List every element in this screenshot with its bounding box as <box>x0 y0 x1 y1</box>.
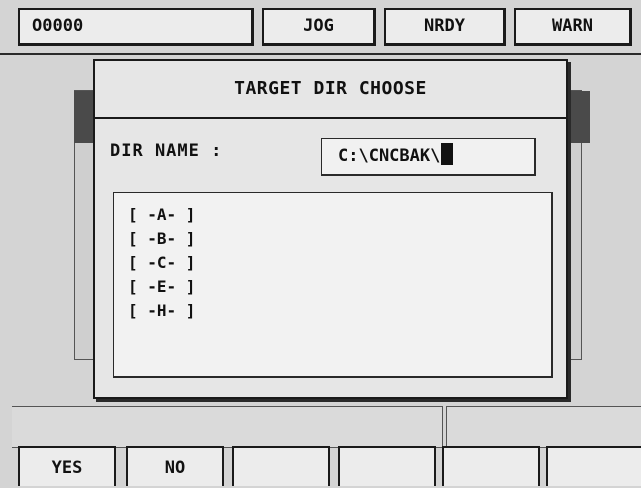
background-scroll-strip-right <box>570 91 590 143</box>
program-number-display: O0000 <box>18 8 254 46</box>
input-line <box>446 406 641 448</box>
mode-indicator: JOG <box>262 8 376 46</box>
warning-indicator: WARN <box>514 8 632 46</box>
ready-state-indicator: NRDY <box>384 8 506 46</box>
directory-item-e[interactable]: [ -E- ] <box>128 275 551 299</box>
no-softkey[interactable]: NO <box>126 446 224 486</box>
target-dir-dialog: TARGET DIR CHOOSE DIR NAME : C:\CNCBAK\ … <box>93 59 568 399</box>
directory-item-a[interactable]: [ -A- ] <box>128 203 551 227</box>
message-line <box>12 406 443 448</box>
directory-list[interactable]: [ -A- ] [ -B- ] [ -C- ] [ -E- ] [ -H- ] <box>113 192 553 378</box>
dir-name-label: DIR NAME : <box>110 141 223 161</box>
text-cursor <box>441 143 454 165</box>
softkey-6[interactable] <box>546 446 641 486</box>
dir-name-value: C:\CNCBAK\ <box>338 146 441 166</box>
directory-item-c[interactable]: [ -C- ] <box>128 251 551 275</box>
softkey-3[interactable] <box>232 446 330 486</box>
softkey-5[interactable] <box>442 446 540 486</box>
dialog-title: TARGET DIR CHOOSE <box>95 61 566 119</box>
yes-softkey[interactable]: YES <box>18 446 116 486</box>
dir-name-input[interactable]: C:\CNCBAK\ <box>321 138 536 176</box>
directory-item-h[interactable]: [ -H- ] <box>128 299 551 323</box>
softkey-4[interactable] <box>338 446 436 486</box>
background-scroll-strip-left <box>74 91 94 143</box>
header-divider <box>0 53 641 55</box>
directory-item-b[interactable]: [ -B- ] <box>128 227 551 251</box>
